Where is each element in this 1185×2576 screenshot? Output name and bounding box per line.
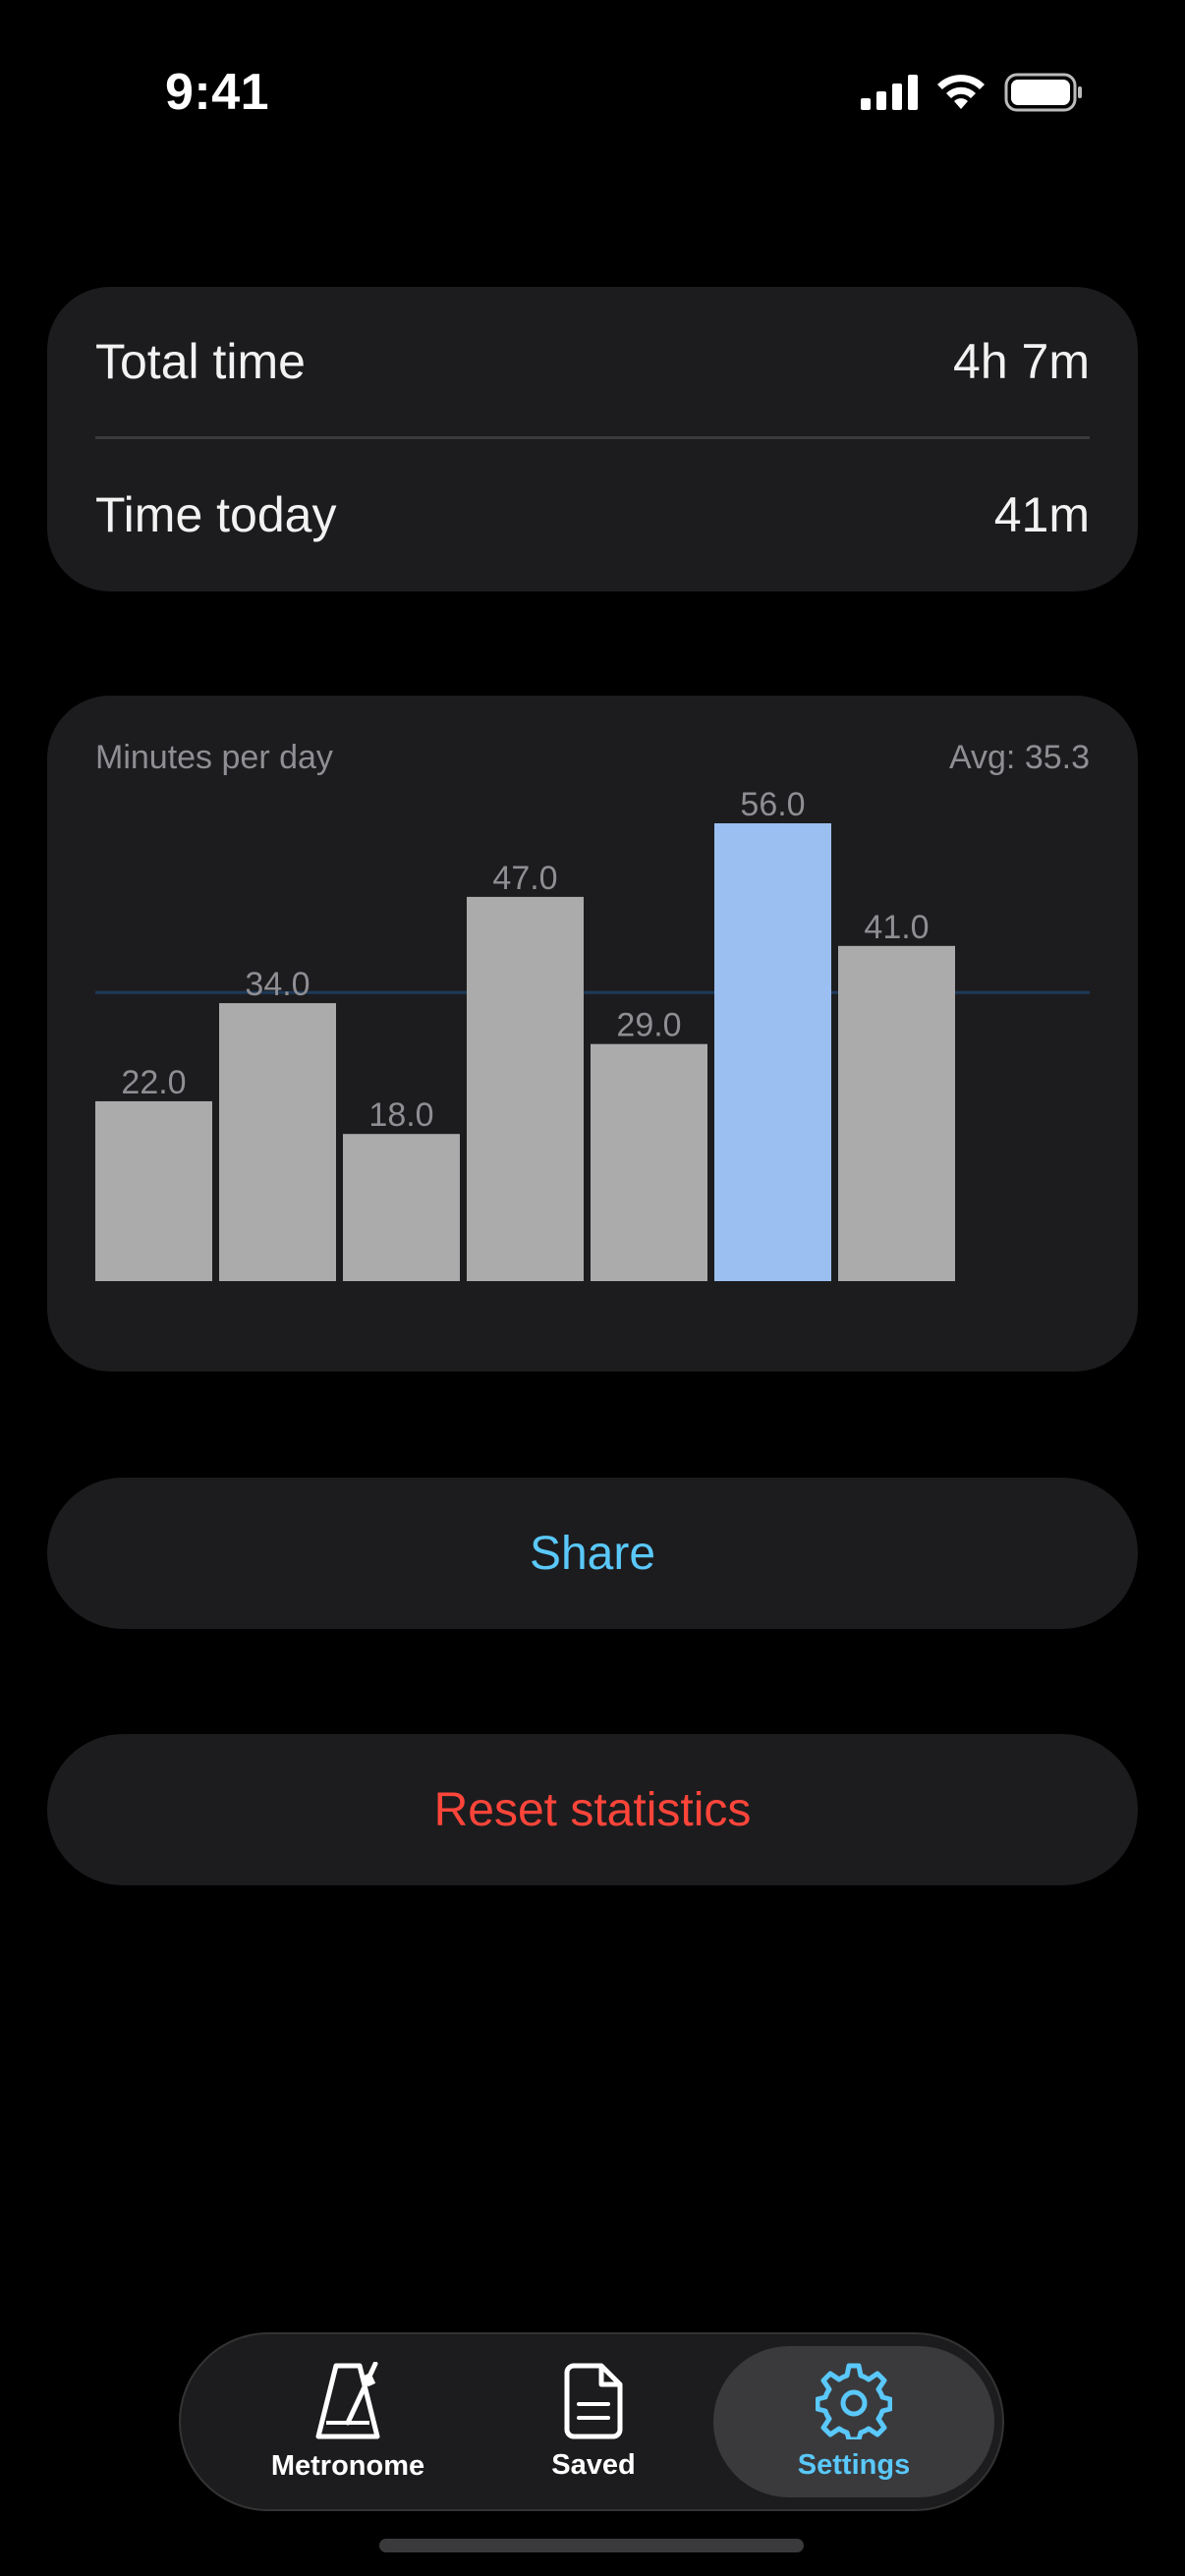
total-time-label: Total time: [95, 334, 306, 389]
total-time-row: Total time 4h 7m: [95, 322, 1090, 401]
chart-bar-value-label: 41.0: [864, 909, 929, 946]
home-indicator: [379, 2539, 804, 2552]
minutes-per-day-chart: 22.0 34.0 18.0 47.0 29.0 56.0 41.0: [95, 786, 1090, 1281]
reset-statistics-button[interactable]: Reset statistics: [47, 1734, 1138, 1885]
chart-bar-value-label: 47.0: [492, 860, 557, 897]
metronome-icon: [315, 2361, 380, 2438]
share-button[interactable]: Share: [47, 1478, 1138, 1629]
chart-bar-value-label: 18.0: [368, 1096, 433, 1134]
battery-icon: [1004, 73, 1082, 112]
chart-card: Minutes per day Avg: 35.3 22.0 34.0 18.0 47…: [47, 696, 1138, 1372]
tab-metronome[interactable]: Metronome: [220, 2346, 476, 2497]
wifi-icon: [937, 75, 985, 109]
chart-bar-value-label: 34.0: [245, 966, 310, 1003]
tab-settings-label: Settings: [797, 2448, 911, 2481]
gear-icon: [816, 2363, 892, 2439]
chart-bar: [95, 1100, 212, 1281]
tab-saved-label: Saved: [551, 2448, 636, 2481]
chart-bar-value-label: 29.0: [616, 1007, 681, 1044]
total-time-value: 4h 7m: [953, 334, 1090, 389]
chart-bar: [591, 1043, 707, 1281]
stats-divider: [95, 436, 1090, 439]
tab-settings[interactable]: Settings: [713, 2346, 994, 2497]
status-bar-time: 9:41: [165, 64, 270, 121]
chart-bar: [219, 1003, 336, 1281]
tab-bar: Metronome Saved Settings: [179, 2332, 1004, 2511]
chart-bar: [838, 945, 955, 1281]
chart-bar: [343, 1134, 460, 1281]
stats-card: Total time 4h 7m Time today 41m: [47, 287, 1138, 591]
time-today-value: 41m: [993, 487, 1090, 542]
document-icon: [564, 2363, 623, 2438]
tab-saved[interactable]: Saved: [476, 2346, 711, 2497]
chart-bar: [467, 896, 584, 1281]
time-today-row: Time today 41m: [95, 476, 1090, 554]
status-bar-icons: [861, 73, 1083, 112]
chart-bar-value-label: 56.0: [740, 786, 805, 823]
time-today-label: Time today: [95, 487, 337, 542]
chart-bar: [714, 823, 831, 1281]
tab-metronome-label: Metronome: [270, 2449, 425, 2482]
chart-bar-value-label: 22.0: [121, 1064, 186, 1101]
cellular-signal-icon: [861, 75, 918, 110]
